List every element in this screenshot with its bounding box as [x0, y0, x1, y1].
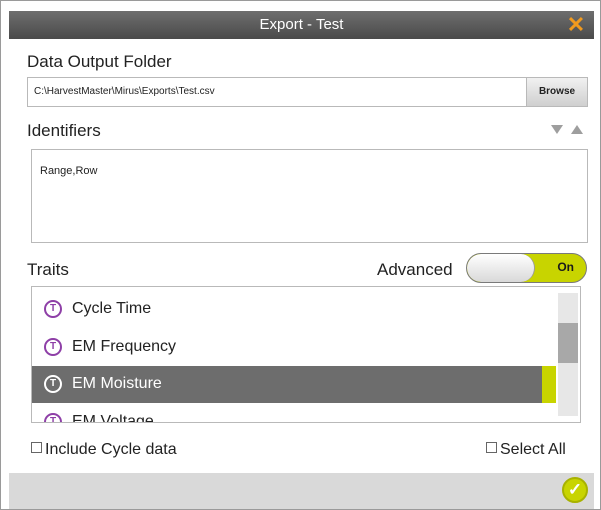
trait-row[interactable]: T EM Voltage: [32, 404, 556, 423]
dialog-title: Export - Test: [259, 16, 344, 33]
include-cycle-checkbox[interactable]: [31, 442, 42, 453]
traits-list[interactable]: T Cycle Time T EM Frequency T EM Moistur…: [31, 286, 581, 423]
move-down-icon[interactable]: [551, 125, 563, 134]
advanced-label: Advanced: [377, 260, 453, 279]
dialog-footer: ✓: [9, 473, 594, 509]
include-cycle-label: Include Cycle data: [45, 441, 177, 458]
identifiers-order-controls: [551, 125, 591, 139]
close-icon[interactable]: ✕: [564, 11, 588, 39]
confirm-check-icon[interactable]: ✓: [562, 477, 588, 503]
identifiers-label: Identifiers: [27, 121, 101, 140]
trait-icon: T: [44, 300, 62, 318]
toggle-knob: [467, 254, 535, 282]
include-cycle-option[interactable]: Include Cycle data: [31, 441, 177, 459]
trait-icon: T: [44, 413, 62, 422]
trait-row[interactable]: T EM Frequency: [32, 329, 556, 366]
select-all-checkbox[interactable]: [486, 442, 497, 453]
trait-name: EM Voltage: [72, 413, 154, 423]
output-path-value: C:\HarvestMaster\Mirus\Exports\Test.csv: [34, 86, 215, 97]
trait-icon: T: [44, 338, 62, 356]
traits-scrollbar[interactable]: [558, 293, 578, 416]
browse-button[interactable]: Browse: [526, 78, 587, 106]
identifiers-value: Range,Row: [40, 165, 98, 177]
title-bar: Export - Test ✕: [9, 11, 594, 39]
select-all-option[interactable]: Select All: [486, 441, 566, 459]
trait-name: EM Frequency: [72, 338, 177, 355]
toggle-state-text: On: [557, 260, 574, 274]
output-path-field[interactable]: C:\HarvestMaster\Mirus\Exports\Test.csv …: [27, 77, 588, 107]
traits-label: Traits: [27, 260, 69, 279]
trait-icon: T: [44, 375, 62, 393]
advanced-toggle[interactable]: On: [466, 253, 587, 283]
trait-name: EM Moisture: [72, 375, 162, 392]
selection-marker: [542, 366, 556, 403]
trait-name: Cycle Time: [72, 300, 152, 317]
move-up-icon[interactable]: [571, 125, 583, 134]
select-all-label: Select All: [500, 441, 566, 458]
output-folder-label: Data Output Folder: [27, 52, 172, 71]
trait-row[interactable]: T Cycle Time: [32, 291, 556, 328]
scrollbar-thumb[interactable]: [558, 323, 578, 363]
export-dialog: Export - Test ✕ Data Output Folder C:\Ha…: [0, 0, 601, 510]
identifiers-box[interactable]: Range,Row: [31, 149, 588, 243]
trait-row-selected[interactable]: T EM Moisture: [32, 366, 556, 403]
